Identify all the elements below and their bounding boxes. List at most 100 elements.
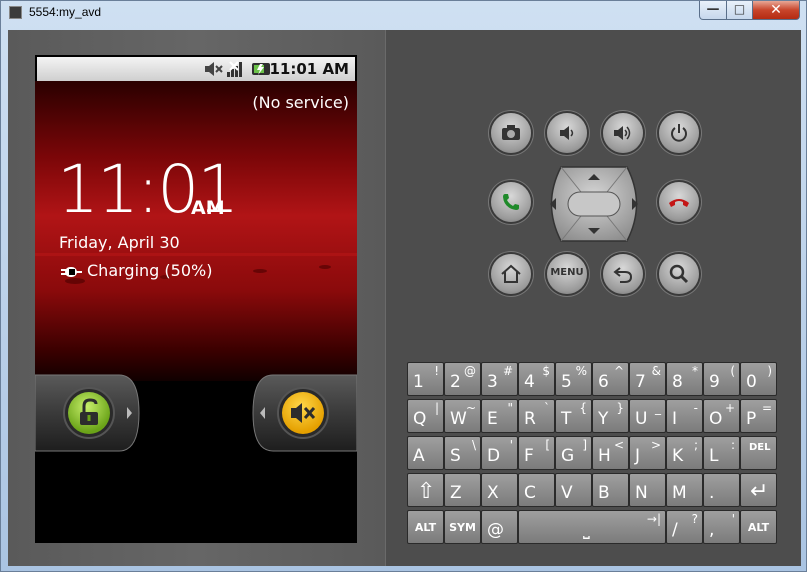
- key-row3-2[interactable]: D ': [481, 436, 518, 470]
- key-row1-7[interactable]: 8 *: [666, 362, 703, 396]
- key-alt-label: (: [730, 364, 735, 378]
- app-icon: [9, 6, 22, 19]
- key-label: 2: [450, 372, 461, 392]
- key-row2-7[interactable]: I-: [666, 399, 703, 433]
- key-row4-7[interactable]: M: [666, 473, 703, 507]
- key-row2-6[interactable]: U _: [629, 399, 666, 433]
- slash-key[interactable]: /?: [666, 510, 703, 544]
- key-row4-5[interactable]: B: [592, 473, 629, 507]
- device-screen[interactable]: 11:01 AM (No service) 11:01 AM Friday, A…: [35, 55, 357, 543]
- key-row3-3[interactable]: F[: [518, 436, 555, 470]
- key-row1-9[interactable]: 0): [740, 362, 777, 396]
- key-row3-5[interactable]: H <: [592, 436, 629, 470]
- key-alt-label: {: [579, 401, 587, 415]
- alt-right-key[interactable]: ALT: [740, 510, 777, 544]
- key-row4-4[interactable]: V: [555, 473, 592, 507]
- alt-left-key[interactable]: ALT: [407, 510, 444, 544]
- at-key[interactable]: @: [481, 510, 518, 544]
- key-row3-7[interactable]: K;: [666, 436, 703, 470]
- key-row3-6[interactable]: J >: [629, 436, 666, 470]
- key-row3-8[interactable]: L:: [703, 436, 740, 470]
- key-row2-4[interactable]: T{: [555, 399, 592, 433]
- search-icon: [669, 264, 689, 284]
- key-row1-8[interactable]: 9(: [703, 362, 740, 396]
- key-row4-8[interactable]: .: [703, 473, 740, 507]
- comma-key[interactable]: , ': [703, 510, 740, 544]
- key-label: E: [487, 409, 498, 429]
- title-bar[interactable]: 5554:my_avd — □ ✕: [1, 1, 806, 25]
- phone-call-icon: [503, 194, 519, 210]
- key-label: ,: [709, 520, 715, 540]
- space-key[interactable]: ⎵ →|: [518, 510, 666, 544]
- key-label: DEL: [749, 442, 771, 453]
- key-label: M: [672, 483, 687, 503]
- power-button[interactable]: [659, 113, 699, 153]
- key-row4-0[interactable]: ⇧: [407, 473, 444, 507]
- dpad[interactable]: [541, 166, 647, 242]
- key-row4-1[interactable]: Z: [444, 473, 481, 507]
- key-alt-label: %: [575, 364, 587, 378]
- key-label: ALT: [747, 521, 770, 534]
- end-call-button[interactable]: [659, 182, 699, 222]
- key-label: 7: [635, 372, 646, 392]
- key-label: 4: [524, 372, 535, 392]
- key-label: Y: [598, 409, 609, 429]
- key-label: I: [672, 409, 678, 429]
- key-row2-5[interactable]: Y}: [592, 399, 629, 433]
- key-row2-9[interactable]: P =: [740, 399, 777, 433]
- key-alt-label: :: [730, 438, 735, 452]
- window-title: 5554:my_avd: [29, 5, 102, 19]
- volume-down-button[interactable]: [547, 113, 587, 153]
- key-row2-1[interactable]: W ~: [444, 399, 481, 433]
- key-row2-0[interactable]: Q |: [407, 399, 444, 433]
- emulator-client: 11:01 AM (No service) 11:01 AM Friday, A…: [8, 30, 801, 566]
- key-label: B: [598, 483, 610, 503]
- unlock-slider-tab[interactable]: [35, 373, 141, 453]
- camera-button[interactable]: [491, 113, 531, 153]
- key-row3-4[interactable]: G]: [555, 436, 592, 470]
- back-button[interactable]: [603, 254, 643, 294]
- key-row3-9[interactable]: DEL: [740, 436, 777, 470]
- key-row1-0[interactable]: 1!: [407, 362, 444, 396]
- key-alt-label: !: [434, 364, 439, 378]
- volume-up-button[interactable]: [603, 113, 643, 153]
- key-row4-3[interactable]: C: [518, 473, 555, 507]
- key-row1-6[interactable]: 7 &: [629, 362, 666, 396]
- key-label: @: [487, 520, 504, 540]
- call-button[interactable]: [491, 182, 531, 222]
- home-button[interactable]: [491, 254, 531, 294]
- minimize-button[interactable]: —: [699, 1, 727, 20]
- key-label: 6: [598, 372, 609, 392]
- key-row3-0[interactable]: A: [407, 436, 444, 470]
- key-label: D: [487, 446, 501, 466]
- menu-button[interactable]: MENU: [547, 254, 587, 294]
- key-row4-2[interactable]: X: [481, 473, 518, 507]
- key-row1-2[interactable]: 3 #: [481, 362, 518, 396]
- key-label: ↵: [750, 479, 769, 504]
- key-row1-5[interactable]: 6 ^: [592, 362, 629, 396]
- key-alt-label: -: [693, 401, 698, 415]
- maximize-button[interactable]: □: [726, 1, 753, 20]
- key-label: R: [524, 409, 536, 429]
- key-row3-1[interactable]: S \: [444, 436, 481, 470]
- key-row1-3[interactable]: 4 $: [518, 362, 555, 396]
- power-icon: [671, 124, 687, 142]
- close-button[interactable]: ✕: [752, 1, 800, 20]
- search-button[interactable]: [659, 254, 699, 294]
- key-row1-1[interactable]: 2 @: [444, 362, 481, 396]
- sym-key[interactable]: SYM: [444, 510, 481, 544]
- key-label: N: [635, 483, 648, 503]
- sound-toggle-tab[interactable]: [251, 373, 357, 453]
- back-icon: [613, 267, 633, 283]
- key-row2-8[interactable]: O +: [703, 399, 740, 433]
- key-row2-3[interactable]: R `: [518, 399, 555, 433]
- key-row4-9[interactable]: ↵: [740, 473, 777, 507]
- key-row1-4[interactable]: 5%: [555, 362, 592, 396]
- key-row4-6[interactable]: N: [629, 473, 666, 507]
- key-row2-2[interactable]: E ": [481, 399, 518, 433]
- lock-ampm: AM: [191, 197, 225, 219]
- menu-label: MENU: [550, 267, 584, 278]
- lockscreen-wallpaper: [35, 81, 357, 381]
- key-alt-label: @: [464, 364, 476, 378]
- key-alt-label: ^: [613, 364, 624, 378]
